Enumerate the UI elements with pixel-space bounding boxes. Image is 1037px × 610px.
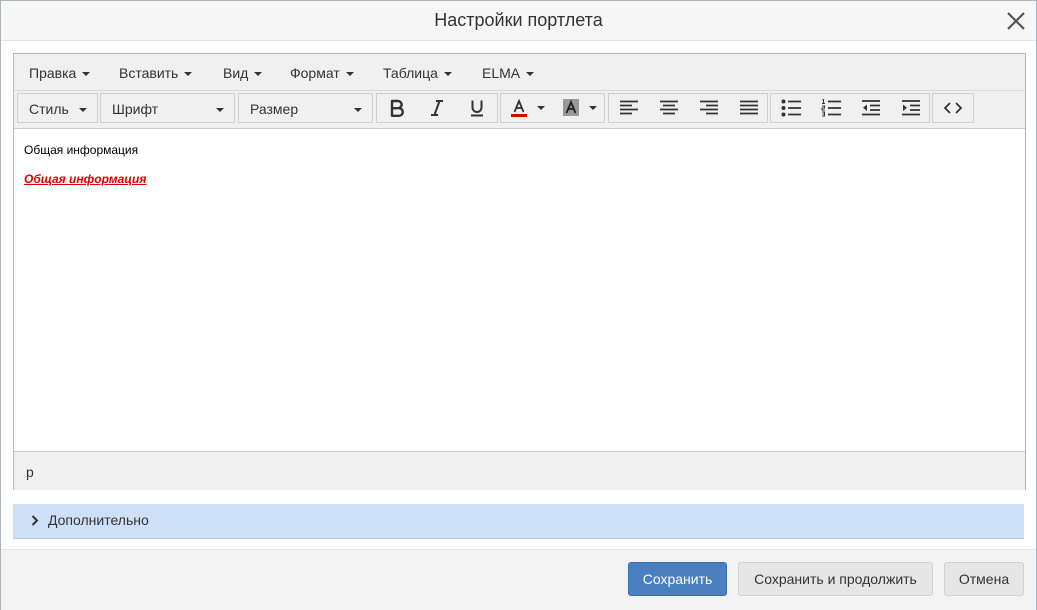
close-icon[interactable]	[1004, 9, 1028, 33]
align-right-icon	[700, 100, 718, 115]
content-paragraph-formatted: Общая информация	[24, 172, 147, 186]
indent-button[interactable]	[891, 94, 931, 122]
additional-section-label: Дополнительно	[48, 512, 149, 528]
font-dropdown-label: Шрифт	[112, 101, 159, 117]
chevron-down-icon	[82, 72, 91, 77]
chevron-down-icon	[354, 108, 362, 112]
size-dropdown[interactable]: Размер	[238, 93, 373, 123]
style-dropdown-label: Стиль	[29, 101, 69, 117]
chevron-down-icon	[345, 72, 354, 77]
rich-text-editor: Правка Вставить Вид Формат Таблица ELMA …	[13, 53, 1026, 490]
chevron-down-icon	[589, 106, 597, 110]
underline-icon	[471, 100, 483, 117]
menu-elma-label: ELMA	[482, 65, 521, 81]
portlet-settings-dialog: Настройки портлета Правка Вставить Вид Ф…	[0, 0, 1037, 610]
text-color-dropdown[interactable]	[533, 94, 549, 122]
menu-edit-label: Правка	[29, 65, 77, 81]
underline-button[interactable]	[457, 94, 497, 122]
code-group	[932, 93, 974, 123]
menu-view[interactable]: Вид	[223, 65, 263, 81]
save-button[interactable]: Сохранить	[628, 562, 727, 596]
text-style-group	[376, 93, 498, 123]
chevron-down-icon	[184, 72, 193, 77]
italic-button[interactable]	[417, 94, 457, 122]
background-color-dropdown[interactable]	[585, 94, 601, 122]
text-color-button[interactable]	[505, 94, 533, 122]
style-dropdown[interactable]: Стиль	[17, 93, 98, 123]
align-left-icon	[620, 100, 638, 115]
align-left-button[interactable]	[609, 94, 649, 122]
align-justify-icon	[740, 100, 758, 115]
menu-format[interactable]: Формат	[290, 65, 354, 81]
chevron-down-icon	[79, 108, 87, 112]
chevron-down-icon	[254, 72, 263, 77]
chevron-down-icon	[216, 108, 224, 112]
menu-table-label: Таблица	[383, 65, 438, 81]
editor-toolbar: Стиль Шрифт Размер	[14, 91, 1025, 129]
editor-statusbar: p	[14, 451, 1025, 490]
menu-format-label: Формат	[290, 65, 340, 81]
editor-menubar: Правка Вставить Вид Формат Таблица ELMA	[14, 54, 1025, 91]
chevron-right-icon	[31, 515, 39, 526]
background-color-icon	[563, 99, 579, 116]
bold-icon	[390, 99, 404, 117]
list-indent-group	[770, 93, 930, 123]
align-center-icon	[660, 100, 678, 115]
numbered-list-button[interactable]	[811, 94, 851, 122]
dialog-title: Настройки портлета	[434, 10, 603, 30]
background-color-button[interactable]	[557, 94, 585, 122]
align-justify-button[interactable]	[729, 94, 769, 122]
align-right-button[interactable]	[689, 94, 729, 122]
editor-content-area[interactable]: Общая информация Общая информация	[14, 129, 1025, 450]
save-and-continue-button[interactable]: Сохранить и продолжить	[738, 562, 933, 596]
numbered-list-icon	[821, 99, 841, 117]
dialog-footer: Сохранить Сохранить и продолжить Отмена	[1, 549, 1036, 610]
additional-section-toggle[interactable]: Дополнительно	[13, 504, 1024, 539]
alignment-group	[608, 93, 768, 123]
indent-icon	[902, 100, 920, 116]
content-paragraph: Общая информация	[24, 143, 139, 157]
menu-view-label: Вид	[223, 65, 249, 81]
menu-edit[interactable]: Правка	[29, 65, 91, 81]
chevron-down-icon	[537, 106, 545, 110]
text-color-icon	[511, 98, 527, 117]
outdent-icon	[862, 100, 880, 116]
menu-elma[interactable]: ELMA	[482, 65, 535, 81]
font-dropdown[interactable]: Шрифт	[100, 93, 235, 123]
menu-table[interactable]: Таблица	[383, 65, 452, 81]
menu-insert-label: Вставить	[119, 65, 179, 81]
dialog-header: Настройки портлета	[1, 1, 1036, 41]
cancel-button[interactable]: Отмена	[944, 562, 1024, 596]
outdent-button[interactable]	[851, 94, 891, 122]
source-code-button[interactable]	[933, 94, 973, 122]
source-code-icon	[944, 102, 962, 114]
chevron-down-icon	[526, 72, 535, 77]
size-dropdown-label: Размер	[250, 101, 299, 117]
menu-insert[interactable]: Вставить	[119, 65, 193, 81]
element-path[interactable]: p	[26, 464, 34, 480]
bold-button[interactable]	[377, 94, 417, 122]
bullet-list-button[interactable]	[771, 94, 811, 122]
bullet-list-icon	[781, 99, 801, 117]
color-group	[500, 93, 605, 123]
chevron-down-icon	[443, 72, 452, 77]
italic-icon	[431, 100, 443, 116]
align-center-button[interactable]	[649, 94, 689, 122]
